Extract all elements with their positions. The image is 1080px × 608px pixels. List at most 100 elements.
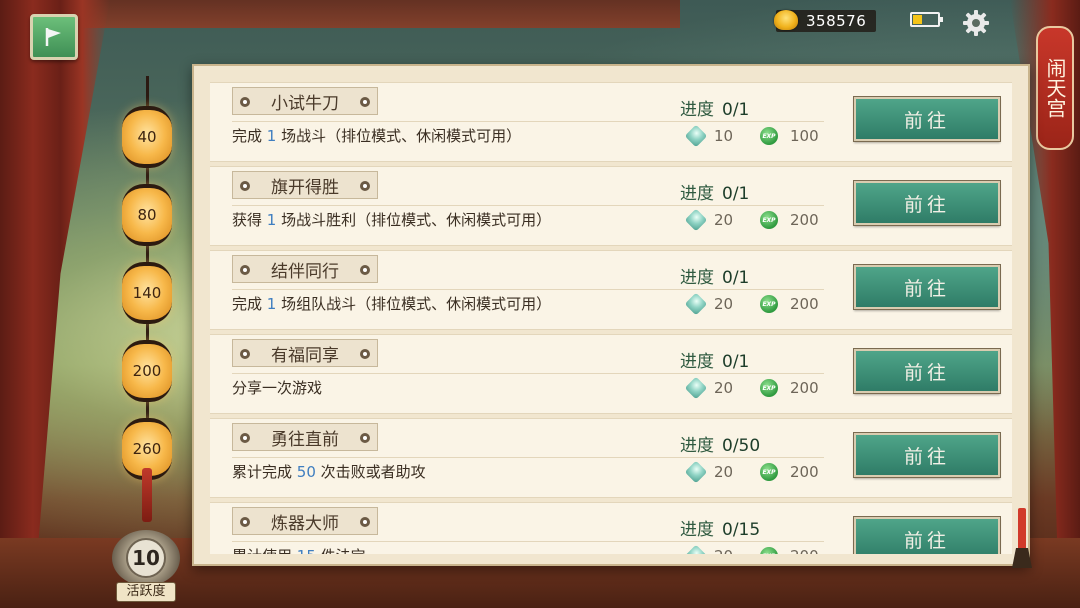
- reward-gem-amount: 10: [714, 127, 734, 145]
- title-ornament-right: [360, 97, 370, 107]
- lantern-tassel: [142, 468, 152, 522]
- candle: [1018, 508, 1026, 554]
- gold-ingot-icon: [774, 10, 798, 30]
- title-ornament-left: [240, 517, 250, 527]
- quest-progress: 进度 0/1: [680, 347, 749, 372]
- reward-gem: 20: [684, 292, 734, 316]
- reward-gem: 20: [684, 208, 733, 232]
- gem-icon: [684, 208, 708, 232]
- quest-title: 小试牛刀: [271, 93, 339, 114]
- quest-target-number: 1: [266, 295, 277, 313]
- quest-list[interactable]: 小试牛刀 完成 1 场战斗（排位模式、休闲模式可用） 进度 0/1 10 EXP …: [210, 82, 1012, 554]
- gem-icon: [684, 544, 708, 554]
- reward-exp-amount: 200: [790, 463, 819, 481]
- quest-row: 小试牛刀 完成 1 场战斗（排位模式、休闲模式可用） 进度 0/1 10 EXP …: [210, 82, 1012, 162]
- quest-progress: 进度 0/1: [680, 179, 749, 204]
- progress-label: 进度: [680, 520, 714, 540]
- stage-valance: [60, 0, 680, 28]
- go-button[interactable]: 前往: [853, 96, 1001, 142]
- activity-lantern[interactable]: 40: [122, 106, 172, 168]
- title-ornament-left: [240, 97, 250, 107]
- progress-value: 0/1: [722, 352, 750, 372]
- title-ornament-left: [240, 181, 250, 191]
- quest-title-plate: 炼器大师: [232, 507, 378, 535]
- quest-row: 旗开得胜 获得 1 场战斗胜利（排位模式、休闲模式可用） 进度 0/1 20 EX…: [210, 166, 1012, 246]
- quest-progress: 进度 0/15: [680, 515, 760, 540]
- reward-gem-amount: 20: [714, 379, 734, 397]
- quest-title: 旗开得胜: [271, 177, 339, 198]
- title-ornament-right: [360, 517, 370, 527]
- quest-description: 累计完成 50 次击败或者助攻: [232, 463, 426, 481]
- back-button[interactable]: [30, 14, 78, 60]
- progress-value: 0/1: [722, 268, 750, 288]
- quest-title: 有福同享: [271, 345, 339, 366]
- gem-icon: [684, 376, 708, 400]
- reward-exp: EXP 200: [760, 211, 819, 229]
- quest-title-plate: 旗开得胜: [232, 171, 378, 199]
- progress-label: 进度: [680, 436, 714, 456]
- quest-title: 勇往直前: [271, 429, 339, 450]
- title-ornament-right: [360, 265, 370, 275]
- go-button[interactable]: 前往: [853, 264, 1001, 310]
- reward-gem-amount: 20: [714, 547, 733, 554]
- progress-value: 0/15: [722, 520, 761, 540]
- reward-gem-amount: 20: [714, 463, 734, 481]
- row-divider: [232, 373, 824, 374]
- go-button[interactable]: 前往: [853, 348, 1001, 394]
- activity-label: 活跃度: [116, 582, 176, 602]
- gold-counter: 358576: [774, 10, 876, 32]
- exp-icon: EXP: [760, 547, 778, 554]
- gem-icon: [684, 124, 708, 148]
- quest-row: 有福同享 分享一次游戏 进度 0/1 20 EXP 200 前往: [210, 334, 1012, 414]
- reward-exp: EXP 200: [760, 379, 819, 397]
- progress-value: 0/50: [722, 436, 761, 456]
- quest-progress: 进度 0/1: [680, 95, 749, 120]
- quest-progress: 进度 0/1: [680, 263, 749, 288]
- battery-level: [913, 15, 923, 24]
- quest-title-plate: 结伴同行: [232, 255, 378, 283]
- reward-exp: EXP 100: [760, 127, 819, 145]
- reward-exp-amount: 100: [790, 127, 819, 145]
- title-ornament-right: [360, 349, 370, 359]
- reward-exp-amount: 200: [790, 547, 819, 554]
- title-ornament-left: [240, 265, 250, 275]
- quest-title: 炼器大师: [271, 513, 339, 534]
- exp-icon: EXP: [760, 295, 778, 313]
- row-divider: [232, 289, 824, 290]
- quest-description: 获得 1 场战斗胜利（排位模式、休闲模式可用）: [232, 211, 552, 229]
- go-button[interactable]: 前往: [853, 180, 1001, 226]
- activity-lantern[interactable]: 80: [122, 184, 172, 246]
- activity-meter: 10 活跃度: [112, 530, 180, 602]
- reward-exp: EXP 200: [760, 463, 819, 481]
- row-divider: [232, 457, 824, 458]
- logo-text: 闹天宫: [1043, 58, 1067, 118]
- go-button[interactable]: 前往: [853, 432, 1001, 478]
- activity-lantern[interactable]: 200: [122, 340, 172, 402]
- reward-exp-amount: 200: [790, 295, 819, 313]
- quest-target-number: 15: [297, 547, 316, 554]
- quest-target-number: 1: [266, 211, 277, 229]
- progress-label: 进度: [680, 268, 714, 288]
- quest-description: 分享一次游戏: [232, 379, 323, 397]
- progress-label: 进度: [680, 352, 714, 372]
- quest-panel: 小试牛刀 完成 1 场战斗（排位模式、休闲模式可用） 进度 0/1 10 EXP …: [192, 64, 1030, 566]
- activity-lantern[interactable]: 140: [122, 262, 172, 324]
- progress-value: 0/1: [722, 184, 750, 204]
- reward-gem: 20: [684, 460, 734, 484]
- title-ornament-right: [360, 181, 370, 191]
- go-button[interactable]: 前往: [853, 516, 1001, 554]
- gem-icon: [684, 460, 708, 484]
- progress-label: 进度: [680, 100, 714, 120]
- game-logo: 闹天宫: [1036, 26, 1074, 150]
- activity-value: 10: [126, 538, 166, 578]
- quest-row: 炼器大师 累计使用 15 件法宝 进度 0/15 20 EXP 200 前往: [210, 502, 1012, 554]
- title-ornament-left: [240, 349, 250, 359]
- progress-label: 进度: [680, 184, 714, 204]
- quest-title-plate: 小试牛刀: [232, 87, 378, 115]
- row-divider: [232, 121, 824, 122]
- reward-gem-amount: 20: [714, 295, 734, 313]
- gold-amount: 358576: [806, 12, 867, 30]
- battery-icon: [910, 12, 943, 27]
- gear-icon[interactable]: [961, 8, 991, 38]
- reward-gem: 10: [684, 124, 734, 148]
